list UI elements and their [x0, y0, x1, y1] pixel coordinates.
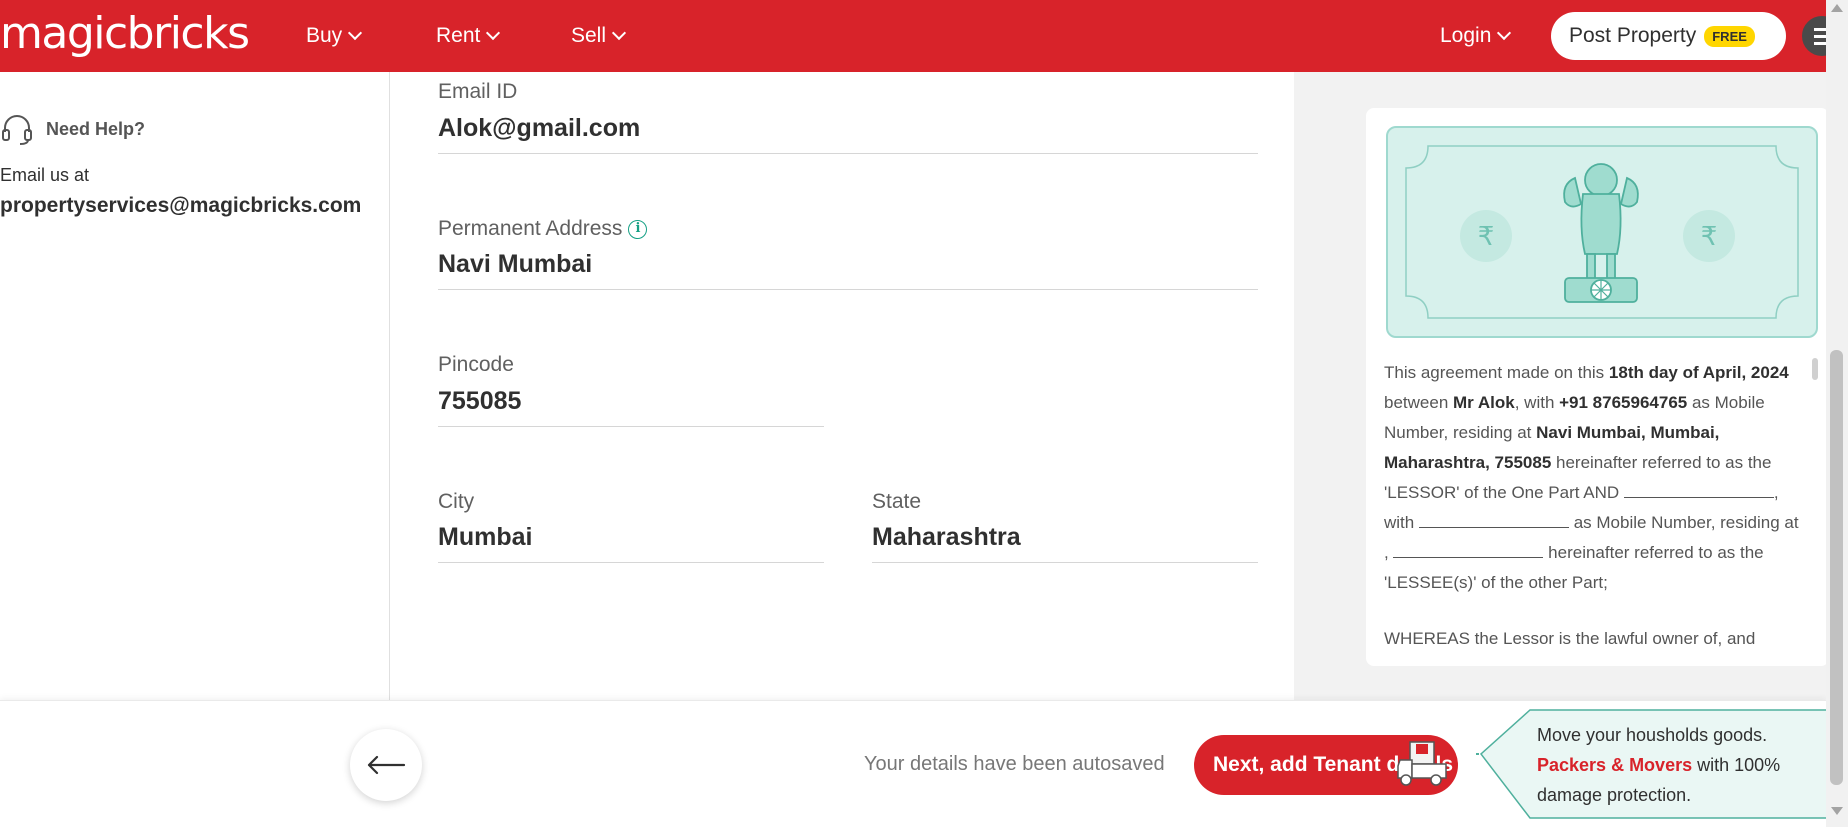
promo-line-1: Move your housholds goods. [1537, 725, 1768, 745]
nav-buy[interactable]: Buy [306, 24, 363, 48]
stamp-paper: ₹ ₹ [1386, 126, 1818, 338]
card-scrollbar[interactable] [1812, 358, 1818, 380]
headset-icon [2, 115, 32, 145]
city-field-label: City [438, 490, 475, 513]
free-badge: FREE [1704, 25, 1755, 47]
info-icon[interactable]: i [628, 219, 648, 239]
nav-rent[interactable]: Rent [436, 24, 501, 48]
login-menu[interactable]: Login [1440, 24, 1512, 48]
arrow-left-icon [367, 755, 406, 775]
rupee-icon-right: ₹ [1683, 210, 1735, 262]
city-field-underline [438, 562, 824, 563]
magicbricks-logo[interactable]: magicbricks [0, 8, 250, 59]
post-property-button[interactable]: Post Property FREE [1551, 12, 1786, 60]
nav-sell[interactable]: Sell [571, 24, 627, 48]
support-email-link[interactable]: propertyservices@magicbricks.com [0, 194, 361, 218]
tenant-address-blank [1393, 540, 1544, 558]
lessor-phone: +91 8765964765 [1559, 393, 1688, 412]
address-field[interactable]: Navi Mumbai [438, 250, 592, 279]
lessor-name: Mr Alok [1453, 393, 1515, 412]
rupee-icon-left: ₹ [1460, 210, 1512, 262]
email-field-underline [438, 153, 1258, 154]
pincode-field[interactable]: 755085 [438, 387, 521, 416]
email-field-label: Email ID [438, 80, 518, 103]
state-field-label: State [872, 490, 922, 513]
need-help: Need Help? [0, 112, 145, 146]
agreement-text: This agreement made on this 18th day of … [1384, 358, 1804, 654]
pincode-field-label: Pincode [438, 353, 514, 376]
address-label-text: Permanent Address [438, 217, 623, 240]
packers-movers-promo[interactable]: Move your housholds goods. Packers & Mov… [1537, 720, 1817, 810]
scrollbar-thumb[interactable] [1830, 350, 1843, 785]
chevron-down-icon [348, 25, 363, 41]
autosave-status: Your details have been autosaved [864, 753, 1165, 775]
state-field[interactable]: Maharashtra [872, 523, 1021, 552]
agreement-date: 18th day of April, 2024 [1608, 363, 1789, 382]
address-field-underline [438, 289, 1258, 290]
post-property-label: Post Property [1569, 24, 1697, 47]
tenant-phone-blank [1418, 510, 1569, 528]
nav-rent-label: Rent [436, 24, 481, 47]
chevron-down-icon [611, 25, 627, 41]
pincode-field-underline [438, 426, 824, 427]
emblem-icon [1563, 163, 1639, 303]
truck-icon [1397, 741, 1447, 786]
state-field-underline [872, 562, 1258, 563]
agreement-paragraph-2: WHEREAS the Lessor is the lawful owner o… [1384, 629, 1756, 648]
address-field-label: Permanent Address i [438, 217, 648, 241]
email-field[interactable]: Alok@gmail.com [438, 114, 640, 143]
nav-buy-label: Buy [306, 24, 343, 47]
scroll-up-arrow[interactable] [1831, 4, 1843, 12]
need-help-label: Need Help? [46, 118, 146, 139]
scroll-down-arrow[interactable] [1831, 807, 1843, 815]
sidebar-divider [389, 72, 390, 700]
login-label: Login [1440, 24, 1492, 47]
agreement-preview-card[interactable]: ₹ ₹ This agreement made on this 18th day… [1366, 108, 1829, 666]
chevron-down-icon [1497, 25, 1512, 41]
top-header: magicbricks Buy Rent Sell Login Post Pro… [0, 0, 1826, 72]
nav-sell-label: Sell [571, 24, 607, 47]
tenant-name-blank [1623, 480, 1774, 498]
chevron-down-icon [486, 25, 501, 41]
email-us-label: Email us at [0, 165, 90, 185]
city-field[interactable]: Mumbai [438, 523, 532, 552]
packers-movers-link[interactable]: Packers & Movers [1537, 755, 1692, 775]
back-button[interactable] [350, 729, 422, 801]
